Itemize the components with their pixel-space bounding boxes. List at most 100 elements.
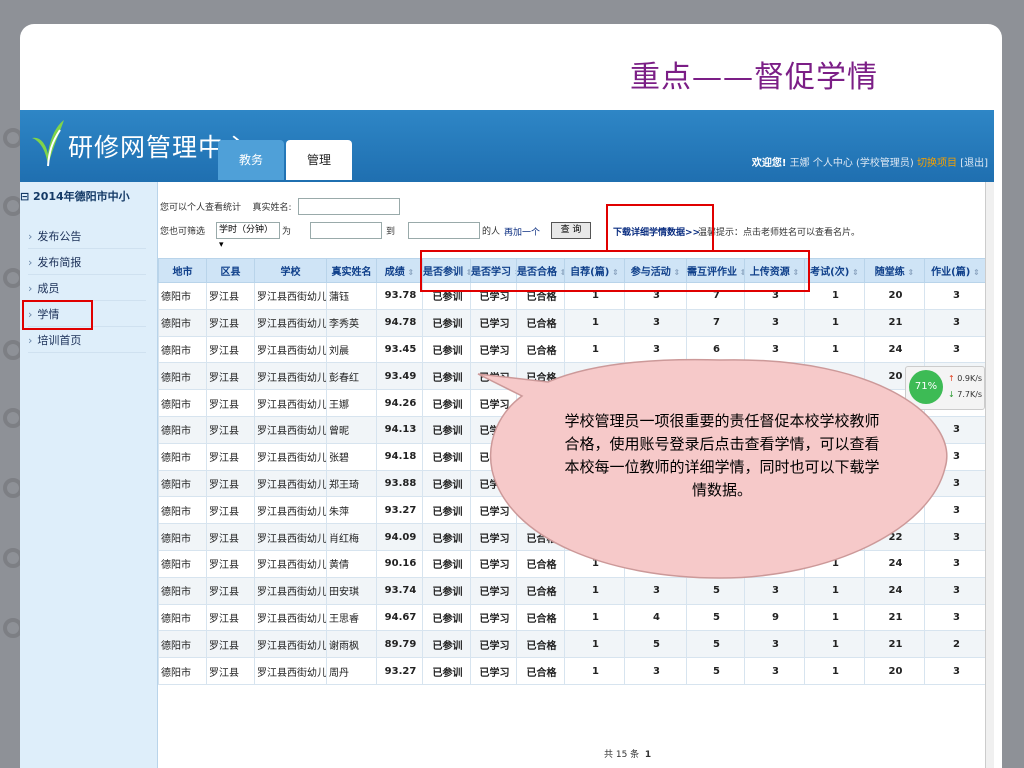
teacher-name-link[interactable]: 朱萍 <box>326 496 377 525</box>
table-cell: 3 <box>924 308 986 337</box>
teacher-name-link[interactable]: 刘晨 <box>326 335 377 364</box>
table-cell: 21 <box>864 603 925 632</box>
logout-link[interactable]: [退出] <box>960 158 988 169</box>
column-header[interactable]: 地市 <box>158 258 207 283</box>
teacher-name-link[interactable]: 周丹 <box>326 657 377 685</box>
table-cell: 德阳市 <box>158 362 207 391</box>
table-row: 德阳市罗江县罗江县西街幼儿…田安琪93.74已参训已学习已合格13531243 <box>158 576 986 605</box>
table-row: 德阳市罗江县罗江县西街幼儿…彭春红93.49已参训已学习已合格1203 <box>158 362 986 391</box>
table-cell: 已合格 <box>516 496 565 525</box>
profile-link[interactable]: 个人中心 (学校管理员) <box>813 158 914 169</box>
page-1-link[interactable]: 1 <box>645 750 651 760</box>
sort-arrows-icon[interactable]: ⇕ <box>905 268 915 277</box>
table-cell: 德阳市 <box>158 523 207 551</box>
query-button[interactable]: 查 询 <box>551 222 591 239</box>
column-header[interactable]: 考试(次) ⇕ <box>804 258 865 283</box>
scrollbar[interactable] <box>985 182 994 768</box>
teacher-name-link[interactable]: 李秀英 <box>326 308 377 337</box>
table-cell: 罗江县 <box>206 469 255 498</box>
sidebar-item-announce[interactable]: › 发布公告 <box>28 226 146 249</box>
table-cell: 已参训 <box>422 657 471 685</box>
table-cell: 3 <box>924 496 986 525</box>
table-cell: 1 <box>564 523 625 551</box>
teacher-name-link[interactable]: 张碧 <box>326 442 377 471</box>
table-cell: 德阳市 <box>158 657 207 685</box>
table-cell: 4 <box>624 603 687 632</box>
table-cell: 3 <box>624 657 687 685</box>
metric-select[interactable]: 学时（分钟） ▾ <box>216 222 280 250</box>
table-cell: 德阳市 <box>158 442 207 471</box>
table-cell <box>624 523 687 551</box>
teacher-name-link[interactable]: 曾昵 <box>326 415 377 444</box>
teacher-name-link[interactable]: 彭春红 <box>326 362 377 391</box>
table-cell: 3 <box>924 442 986 471</box>
table-cell: 22 <box>864 523 925 551</box>
table-cell: 3 <box>624 576 687 605</box>
table-cell: 已参训 <box>422 523 471 551</box>
sidebar-item-briefing[interactable]: › 发布简报 <box>28 252 146 275</box>
sidebar-item-training-home[interactable]: › 培训首页 <box>28 330 146 353</box>
table-cell: 93.78 <box>376 282 423 310</box>
column-header[interactable]: 学校 <box>254 258 327 283</box>
teacher-name-link[interactable]: 肖红梅 <box>326 523 377 551</box>
table-cell: 罗江县西街幼儿… <box>254 549 327 578</box>
network-percent: 71% <box>909 370 943 404</box>
table-cell: 罗江县西街幼儿… <box>254 415 327 444</box>
table-cell: 罗江县 <box>206 523 255 551</box>
sidebar-root[interactable]: ⊟ 2014年德阳市中小 <box>20 188 130 204</box>
table-cell: 已合格 <box>516 603 565 632</box>
table-cell: 93.74 <box>376 576 423 605</box>
range-to-input[interactable] <box>408 222 480 239</box>
teacher-name-link[interactable]: 王思睿 <box>326 603 377 632</box>
table-cell: 已学习 <box>470 308 517 337</box>
table-cell: 1 <box>804 308 865 337</box>
network-speed-widget[interactable]: 71% ↑ 0.9K/s ↓ 7.7K/s <box>905 366 985 410</box>
table-cell: 德阳市 <box>158 308 207 337</box>
column-header[interactable]: 随堂练 ⇕ <box>864 258 925 283</box>
teacher-name-link[interactable]: 郑王琦 <box>326 469 377 498</box>
teacher-name-link[interactable]: 谢雨枫 <box>326 630 377 659</box>
table-cell: 罗江县西街幼儿… <box>254 657 327 685</box>
sort-arrows-icon[interactable]: ⇕ <box>405 268 415 277</box>
table-cell: 德阳市 <box>158 335 207 364</box>
table-cell: 罗江县 <box>206 389 255 417</box>
table-cell: 93.45 <box>376 335 423 364</box>
table-cell: 1 <box>804 657 865 685</box>
table-cell: 罗江县 <box>206 657 255 685</box>
table-cell: 24 <box>864 549 925 578</box>
unit-suffix: 为 <box>282 227 292 237</box>
add-filter-link[interactable]: 再加一个 <box>504 225 540 238</box>
table-cell: 罗江县 <box>206 415 255 444</box>
sidebar: ⊟ 2014年德阳市中小 › 发布公告 › 发布简报 › 成员 › 学情 › 培训首页 <box>20 182 158 768</box>
table-cell: 已学习 <box>470 469 517 498</box>
table-cell: 已学习 <box>470 523 517 551</box>
table-cell: 德阳市 <box>158 415 207 444</box>
teacher-name-link[interactable]: 田安琪 <box>326 576 377 605</box>
tab-manage[interactable]: 管理 <box>286 140 352 180</box>
user-name-link[interactable]: 王娜 <box>790 158 810 169</box>
range-from-input[interactable] <box>310 222 382 239</box>
pager: 共 15 条 1 <box>604 750 652 760</box>
sort-arrows-icon[interactable]: ⇕ <box>970 268 980 277</box>
teacher-name-link[interactable]: 黄倩 <box>326 549 377 578</box>
table-cell: 93.88 <box>376 469 423 498</box>
name-input[interactable] <box>298 198 400 215</box>
table-row: 德阳市罗江县罗江县西街幼儿…王思睿94.67已参训已学习已合格14591213 <box>158 603 986 632</box>
column-header[interactable]: 成绩 ⇕ <box>376 258 423 283</box>
table-cell: 94.18 <box>376 442 423 471</box>
hint-text: 温馨提示：点击老师姓名可以查看名片。 <box>698 228 861 238</box>
column-header[interactable]: 真实姓名 <box>326 258 377 283</box>
column-header[interactable]: 作业(篇) ⇕ <box>924 258 986 283</box>
teacher-name-link[interactable]: 王娜 <box>326 389 377 417</box>
table-cell: 罗江县 <box>206 603 255 632</box>
table-cell: 已学习 <box>470 415 517 444</box>
table-cell: 罗江县西街幼儿… <box>254 335 327 364</box>
sort-arrows-icon[interactable]: ⇕ <box>849 268 859 277</box>
column-header[interactable]: 区县 <box>206 258 255 283</box>
sidebar-item-members[interactable]: › 成员 <box>28 278 146 301</box>
download-speed: ↓ 7.7K/s <box>948 390 983 399</box>
tab-academic[interactable]: 教务 <box>218 140 284 180</box>
switch-project-link[interactable]: 切换项目 <box>917 158 957 169</box>
table-cell: 6 <box>686 335 745 364</box>
teacher-name-link[interactable]: 蒲钰 <box>326 282 377 310</box>
